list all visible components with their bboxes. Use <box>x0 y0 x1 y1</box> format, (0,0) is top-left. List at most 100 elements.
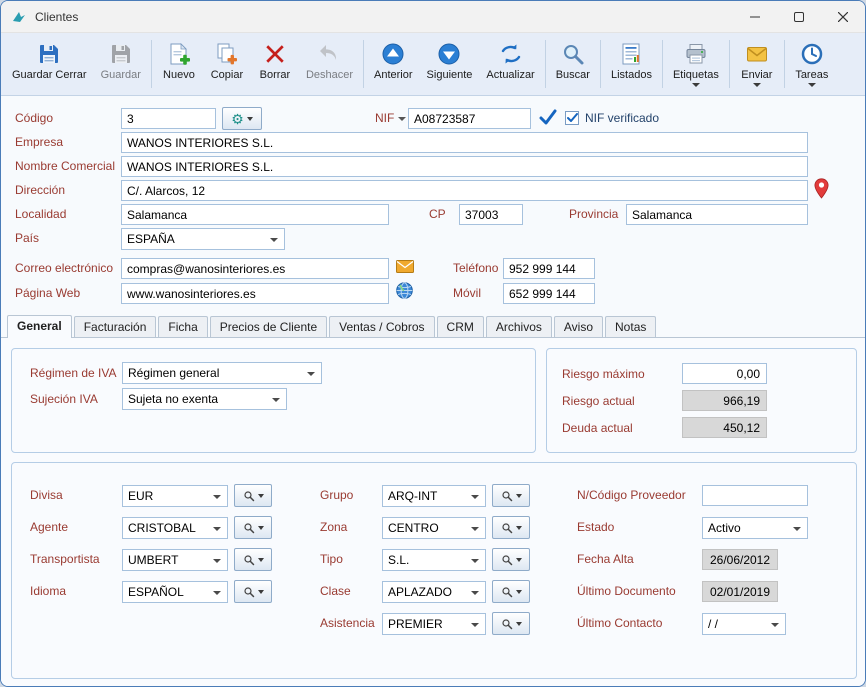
tab-facturacion[interactable]: Facturación <box>74 316 157 337</box>
divisa-search-button[interactable] <box>234 484 272 507</box>
toolbar-separator <box>151 40 152 88</box>
riesgo-actual-label: Riesgo actual <box>562 394 635 408</box>
estado-select[interactable]: Activo <box>702 517 808 539</box>
tab-archivos[interactable]: Archivos <box>486 316 552 337</box>
search-icon <box>501 554 513 566</box>
codigo-proveedor-label: N/Código Proveedor <box>577 488 686 502</box>
grupo-value: ARQ-INT <box>388 489 437 503</box>
tab-ventas-cobros[interactable]: Ventas / Cobros <box>329 316 434 337</box>
direccion-input[interactable] <box>121 180 808 201</box>
anterior-button[interactable]: Anterior <box>367 36 420 92</box>
web-label: Página Web <box>15 286 80 300</box>
nif-verificado-checkbox[interactable] <box>565 111 579 125</box>
map-pin-icon[interactable] <box>814 178 829 199</box>
riesgo-actual-field: 966,19 <box>682 390 767 411</box>
empresa-input[interactable] <box>121 132 808 153</box>
idioma-label: Idioma <box>30 584 66 598</box>
clase-value: APLAZADO <box>388 585 452 599</box>
tipo-search-button[interactable] <box>492 548 530 571</box>
actualizar-button[interactable]: Actualizar <box>479 36 541 92</box>
tipo-select[interactable]: S.L. <box>382 549 486 571</box>
nif-label[interactable]: NIF <box>375 111 406 125</box>
nombre-comercial-input[interactable] <box>121 156 808 177</box>
nif-input[interactable] <box>408 108 531 129</box>
globe-icon[interactable] <box>396 282 413 299</box>
client-form: Código ⚙ NIF NIF verificado Empresa Nomb… <box>1 96 865 314</box>
ultimo-documento-value: 02/01/2019 <box>710 585 770 599</box>
codigo-input[interactable] <box>121 108 216 129</box>
zona-select[interactable]: CENTRO <box>382 517 486 539</box>
telefono-input[interactable] <box>503 258 595 279</box>
search-icon <box>243 522 255 534</box>
tab-precios-de-cliente[interactable]: Precios de Cliente <box>210 316 327 337</box>
asistencia-select[interactable]: PREMIER <box>382 613 486 635</box>
copiar-button[interactable]: Copiar <box>203 36 251 92</box>
correo-input[interactable] <box>121 258 389 279</box>
grupo-select[interactable]: ARQ-INT <box>382 485 486 507</box>
nuevo-button[interactable]: Nuevo <box>155 36 203 92</box>
movil-input[interactable] <box>503 283 595 304</box>
clase-select[interactable]: APLAZADO <box>382 581 486 603</box>
siguiente-button[interactable]: Siguiente <box>420 36 480 92</box>
clase-label: Clase <box>320 584 351 598</box>
cp-input[interactable] <box>459 204 523 225</box>
borrar-button[interactable]: Borrar <box>251 36 299 92</box>
tareas-button[interactable]: Tareas <box>788 36 836 92</box>
email-icon[interactable] <box>396 260 414 273</box>
minimize-button[interactable] <box>733 1 777 32</box>
search-icon <box>501 490 513 502</box>
close-icon <box>838 12 848 22</box>
listados-label: Listados <box>611 69 652 81</box>
enviar-button[interactable]: Enviar <box>733 36 781 92</box>
grupo-search-button[interactable] <box>492 484 530 507</box>
pais-select[interactable]: ESPAÑA <box>121 228 285 250</box>
ultimo-contacto-value: / / <box>708 617 718 631</box>
ultimo-documento-label: Último Documento <box>577 584 676 598</box>
sujecion-iva-select[interactable]: Sujeta no exenta <box>122 388 287 410</box>
asistencia-search-button[interactable] <box>492 612 530 635</box>
chevron-down-icon <box>471 527 479 531</box>
nuevo-label: Nuevo <box>163 69 195 81</box>
transportista-search-button[interactable] <box>234 548 272 571</box>
anterior-label: Anterior <box>374 69 413 81</box>
clasificacion-groupbox: Divisa EUR Agente CRISTOBAL Transportist… <box>11 462 857 679</box>
divisa-select[interactable]: EUR <box>122 485 228 507</box>
tab-aviso[interactable]: Aviso <box>554 316 603 337</box>
guardar-cerrar-button[interactable]: Guardar Cerrar <box>5 36 94 92</box>
borrar-label: Borrar <box>260 69 291 81</box>
zona-search-button[interactable] <box>492 516 530 539</box>
etiquetas-button[interactable]: Etiquetas <box>666 36 726 92</box>
clase-search-button[interactable] <box>492 580 530 603</box>
tab-crm[interactable]: CRM <box>437 316 484 337</box>
listados-button[interactable]: Listados <box>604 36 659 92</box>
new-record-icon <box>165 40 193 67</box>
regimen-iva-select[interactable]: Régimen general <box>122 362 322 384</box>
localidad-input[interactable] <box>121 204 389 225</box>
tab-general[interactable]: General <box>7 315 72 338</box>
chevron-down-icon <box>258 494 264 498</box>
deuda-actual-label: Deuda actual <box>562 421 633 435</box>
tab-notas[interactable]: Notas <box>605 316 656 337</box>
save-icon <box>107 40 135 67</box>
divisa-value: EUR <box>128 489 153 503</box>
provincia-input[interactable] <box>626 204 808 225</box>
chevron-down-icon <box>516 494 522 498</box>
chevron-down-icon <box>307 372 315 376</box>
tab-ficha[interactable]: Ficha <box>158 316 207 337</box>
maximize-button[interactable] <box>777 1 821 32</box>
web-input[interactable] <box>121 283 389 304</box>
app-icon <box>11 9 27 25</box>
riesgo-maximo-field[interactable]: 0,00 <box>682 363 767 384</box>
codigo-proveedor-input[interactable] <box>702 485 808 506</box>
codigo-options-button[interactable]: ⚙ <box>222 107 262 130</box>
deshacer-label: Deshacer <box>306 69 353 81</box>
ultimo-contacto-select[interactable]: / / <box>702 613 786 635</box>
buscar-button[interactable]: Buscar <box>549 36 597 92</box>
agente-select[interactable]: CRISTOBAL <box>122 517 228 539</box>
idioma-search-button[interactable] <box>234 580 272 603</box>
idioma-select[interactable]: ESPAÑOL <box>122 581 228 603</box>
close-button[interactable] <box>821 1 865 32</box>
agente-search-button[interactable] <box>234 516 272 539</box>
sujecion-iva-value: Sujeta no exenta <box>128 392 218 406</box>
transportista-select[interactable]: UMBERT <box>122 549 228 571</box>
